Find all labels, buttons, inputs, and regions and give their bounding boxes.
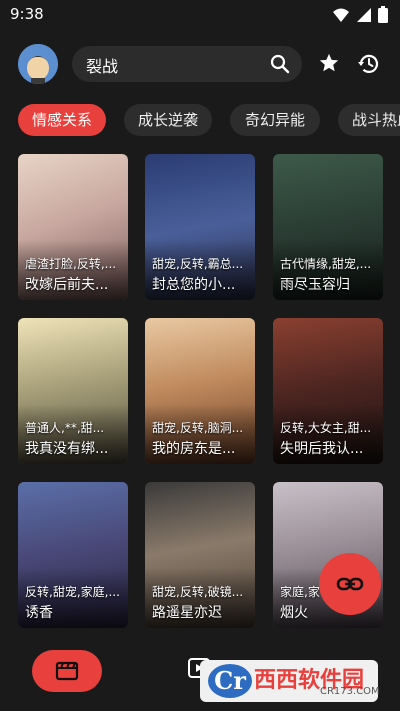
card-title: 我真没有绑... <box>25 441 109 457</box>
battery-icon <box>378 6 388 23</box>
drama-card[interactable]: 虐渣打脸,反转,... 改嫁后前夫... <box>18 154 128 300</box>
tab-growth[interactable]: 成长逆袭 <box>124 104 212 136</box>
star-icon[interactable] <box>318 52 340 74</box>
tab-emotion[interactable]: 情感关系 <box>18 104 106 136</box>
card-title: 改嫁后前夫... <box>25 277 109 293</box>
card-title: 雨尽玉容归 <box>280 277 350 293</box>
status-icons <box>332 6 388 23</box>
wifi-icon <box>333 8 349 22</box>
signal-icon <box>357 7 371 22</box>
card-title: 路遥星亦迟 <box>152 605 222 621</box>
link-fab-button[interactable] <box>319 553 381 615</box>
drama-card[interactable]: 反转,甜宠,家庭,... 诱香 <box>18 482 128 628</box>
drama-card[interactable]: 甜宠,反转,破镜... 路遥星亦迟 <box>145 482 255 628</box>
avatar[interactable] <box>18 44 58 84</box>
clapperboard-icon <box>55 661 79 681</box>
link-icon <box>336 577 364 591</box>
category-tabs: 情感关系 成长逆袭 奇幻异能 战斗热血 <box>0 104 400 138</box>
card-tags: 甜宠,反转,破镜... <box>152 585 244 599</box>
tab-fantasy[interactable]: 奇幻异能 <box>230 104 320 136</box>
search-icon[interactable] <box>270 54 290 74</box>
card-tags: 古代情缘,甜宠,... <box>280 257 372 271</box>
search-input[interactable] <box>84 46 268 84</box>
status-bar: 9:38 <box>0 0 400 30</box>
watermark-logo: Cr <box>208 664 252 698</box>
drama-card[interactable]: 甜宠,反转,脑洞... 我的房东是... <box>145 318 255 464</box>
avatar-icon <box>18 44 58 84</box>
history-icon[interactable] <box>357 52 381 76</box>
card-tags: 反转,甜宠,家庭,... <box>25 585 120 599</box>
watermark-url: CR173.COM <box>320 686 380 697</box>
drama-card[interactable]: 普通人,**,甜... 我真没有绑... <box>18 318 128 464</box>
drama-card[interactable]: 甜宠,反转,霸总... 封总您的小... <box>145 154 255 300</box>
card-tags: 普通人,**,甜... <box>25 421 105 435</box>
card-title: 我的房东是... <box>152 441 236 457</box>
header <box>0 40 400 90</box>
drama-card[interactable]: 古代情缘,甜宠,... 雨尽玉容归 <box>273 154 383 300</box>
nav-home-button[interactable] <box>32 650 102 692</box>
card-tags: 反转,大女主,甜... <box>280 421 372 435</box>
card-title: 失明后我认... <box>280 441 364 457</box>
card-tags: 甜宠,反转,脑洞... <box>152 421 244 435</box>
card-title: 诱香 <box>25 605 53 621</box>
card-title: 封总您的小... <box>152 277 236 293</box>
drama-card[interactable]: 反转,大女主,甜... 失明后我认... <box>273 318 383 464</box>
search-bar <box>72 46 302 84</box>
card-tags: 虐渣打脸,反转,... <box>25 257 117 271</box>
watermark: Cr 西西软件园 CR173.COM <box>200 660 380 702</box>
card-tags: 甜宠,反转,霸总... <box>152 257 244 271</box>
tab-battle[interactable]: 战斗热血 <box>338 104 400 136</box>
status-time: 9:38 <box>10 5 44 23</box>
